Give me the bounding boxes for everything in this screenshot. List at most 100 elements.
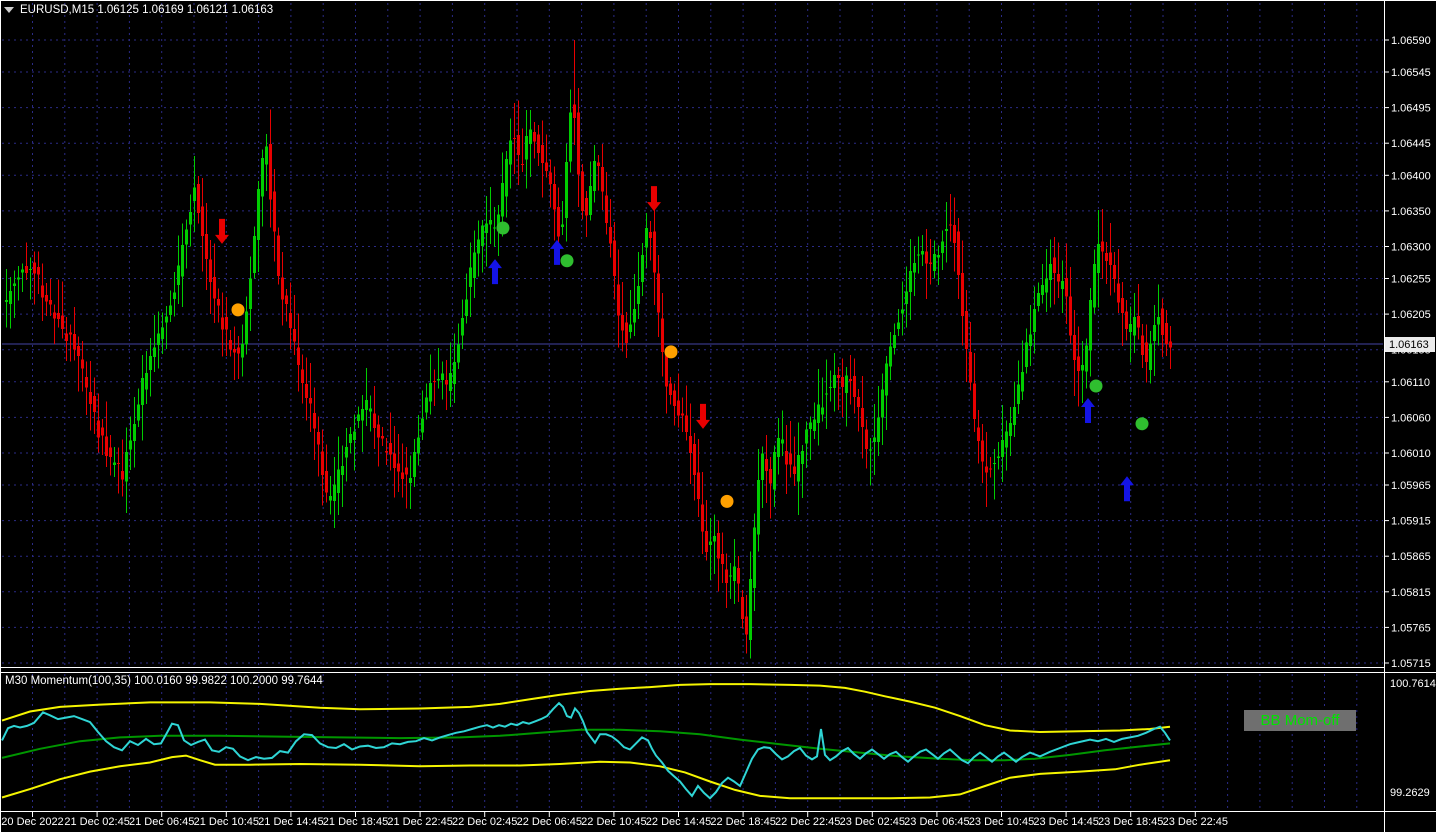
candle-body xyxy=(713,535,716,542)
sell-arrow-icon xyxy=(696,403,710,429)
candle-body xyxy=(581,171,584,211)
candle-body xyxy=(861,408,864,428)
candle-body xyxy=(949,224,952,226)
indicator-title: M30 Momentum(100,35) 100.0160 99.9822 10… xyxy=(5,675,323,687)
candle-body xyxy=(197,184,200,213)
candle-body xyxy=(73,333,76,350)
candle-body xyxy=(521,164,524,166)
price-axis-label: 1.06255 xyxy=(1391,274,1431,286)
candle-body xyxy=(589,186,592,215)
candle-body xyxy=(721,554,724,564)
candle-body xyxy=(329,496,332,501)
candle-body xyxy=(917,254,920,256)
candle-body xyxy=(613,240,616,276)
candle-body xyxy=(557,207,560,237)
candle-body xyxy=(37,267,40,275)
candle-body xyxy=(493,227,496,229)
candle-body xyxy=(489,219,492,225)
candle-body xyxy=(121,471,124,480)
candle-body xyxy=(81,359,84,369)
candle-body xyxy=(377,424,380,438)
candle-body xyxy=(349,434,352,443)
candle-body xyxy=(1157,316,1160,325)
candle-body xyxy=(897,322,900,329)
candle-body xyxy=(837,374,840,379)
candle-body xyxy=(405,467,408,475)
candle-body xyxy=(353,431,356,441)
time-axis-label: 21 Dec 22:45 xyxy=(387,816,452,828)
candle-body xyxy=(133,423,136,441)
candle-body xyxy=(317,431,320,445)
candle-body xyxy=(637,286,640,304)
time-axis-label: 23 Dec 06:45 xyxy=(904,816,969,828)
candle-body xyxy=(29,269,32,271)
candle-body xyxy=(885,363,888,396)
candle-body xyxy=(537,134,540,154)
candle-body xyxy=(241,344,244,358)
candle-body xyxy=(433,380,436,382)
candle-body xyxy=(145,373,148,390)
candle-body xyxy=(909,270,912,292)
candle-body xyxy=(449,373,452,391)
candle-body xyxy=(357,414,360,421)
candle-body xyxy=(725,569,728,583)
candle-body xyxy=(217,298,220,306)
candle-body xyxy=(989,468,992,470)
time-axis-label: 21 Dec 18:45 xyxy=(323,816,388,828)
price-axis-label: 1.05815 xyxy=(1391,587,1431,599)
candle-body xyxy=(809,422,812,429)
candlestick-series xyxy=(5,40,1172,659)
candle-body xyxy=(161,327,164,339)
candle-body xyxy=(905,291,908,305)
candle-body xyxy=(69,332,72,335)
candle-body xyxy=(473,252,476,278)
time-axis-label: 23 Dec 22:45 xyxy=(1163,816,1228,828)
candle-body xyxy=(1161,308,1164,335)
candle-body xyxy=(901,309,904,314)
time-axis-label: 21 Dec 06:45 xyxy=(129,816,194,828)
candle-body xyxy=(401,472,404,479)
candle-body xyxy=(165,316,168,323)
candle-body xyxy=(1093,263,1096,308)
price-axis-label: 1.05865 xyxy=(1391,551,1431,563)
candle-body xyxy=(761,453,764,480)
candle-body xyxy=(881,389,884,418)
time-axis-label: 23 Dec 14:45 xyxy=(1033,816,1098,828)
candle-body xyxy=(221,317,224,330)
candle-body xyxy=(125,452,128,482)
candle-body xyxy=(129,440,132,450)
price-chart-canvas[interactable]: 1.06590 1.06545 1.06495 1.06445 1.06400 1.063… xyxy=(0,0,1436,832)
candle-body xyxy=(1009,423,1012,436)
candle-body xyxy=(437,379,440,381)
candle-body xyxy=(957,231,960,276)
price-axis-label: 1.05965 xyxy=(1391,480,1431,492)
candle-body xyxy=(913,262,916,273)
candle-body xyxy=(1117,283,1120,303)
candle-body xyxy=(337,469,340,494)
candle-body xyxy=(1025,342,1028,368)
candle-body xyxy=(849,378,852,381)
candle-body xyxy=(961,273,964,317)
candle-body xyxy=(289,312,292,328)
candle-body xyxy=(1081,364,1084,371)
candle-body xyxy=(829,386,832,388)
candle-body xyxy=(381,436,384,439)
candle-body xyxy=(1033,308,1036,333)
candle-body xyxy=(25,266,28,274)
candle-body xyxy=(965,311,968,350)
candle-body xyxy=(285,295,288,304)
bb-mom-toggle-button[interactable]: BB Mom-off xyxy=(1244,710,1356,731)
candle-body xyxy=(893,335,896,348)
candle-body xyxy=(1045,278,1048,293)
candle-body xyxy=(137,404,140,421)
price-axis-label: 1.06010 xyxy=(1391,448,1431,460)
candle-body xyxy=(941,241,944,253)
candle-body xyxy=(505,158,508,197)
sell-arrow-icon xyxy=(647,186,661,212)
green-dot-signal-icon xyxy=(1089,379,1103,393)
symbol-dropdown-icon[interactable] xyxy=(4,7,14,13)
candle-body xyxy=(841,376,844,388)
time-axis-label: 23 Dec 02:45 xyxy=(840,816,905,828)
candle-body xyxy=(577,112,580,175)
candle-body xyxy=(1037,293,1040,306)
